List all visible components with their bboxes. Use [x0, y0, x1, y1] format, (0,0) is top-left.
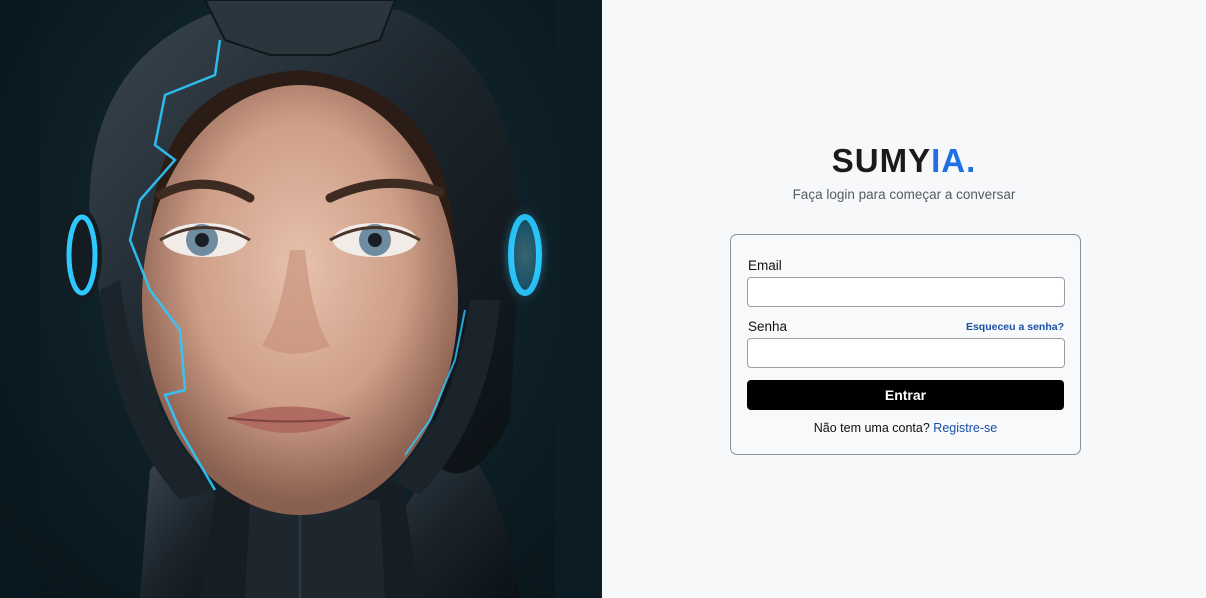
brand-name-main: SUMY: [831, 142, 932, 179]
email-label: Email: [748, 258, 782, 273]
password-label: Senha: [748, 319, 788, 334]
brand-name-accent: IA.: [931, 142, 977, 179]
login-panel: SUMYIA. Faça login para começar a conver…: [602, 0, 1206, 598]
login-subtitle: Faça login para começar a conversar: [792, 187, 1016, 202]
brand-logo: SUMYIA.: [602, 142, 1206, 180]
login-page: SUMYIA. Faça login para começar a conver…: [0, 0, 1206, 598]
email-field[interactable]: [747, 277, 1065, 307]
no-account-text: Não tem uma conta?: [813, 421, 930, 435]
forgot-password-link[interactable]: Esqueceu a senha?: [966, 321, 1064, 333]
register-prompt: Não tem uma conta? Registre-se: [731, 421, 1080, 435]
login-form: Email Senha Esqueceu a senha? Entrar Não…: [730, 234, 1081, 455]
login-button[interactable]: Entrar: [747, 380, 1064, 410]
register-link[interactable]: Registre-se: [933, 421, 997, 435]
password-field[interactable]: [747, 338, 1065, 368]
hero-image: [0, 0, 602, 598]
cyborg-portrait-illustration: [0, 0, 602, 598]
